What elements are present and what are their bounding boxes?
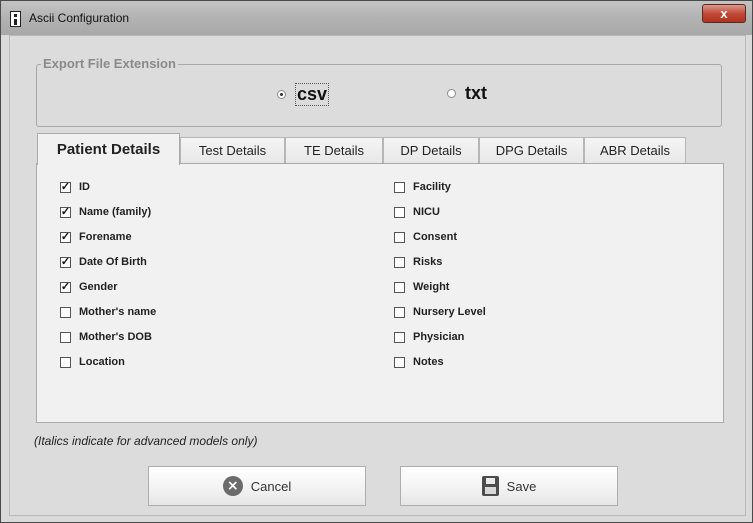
dialog-body: Export File Extension csv txt Patient De… [9,35,746,516]
tab-abr-details[interactable]: ABR Details [584,137,686,163]
checkbox-notes[interactable]: Notes [394,356,444,368]
checkbox-box: ✓ [60,180,71,193]
checkbox-box: ✓ [60,205,71,218]
checkbox-label: Mother's DOB [79,331,152,343]
checkbox-label: Gender [79,281,118,293]
advanced-models-note: (Italics indicate for advanced models on… [34,434,258,448]
checkbox-mothers-name[interactable]: Mother's name [60,306,156,318]
checkbox-physician[interactable]: Physician [394,331,464,343]
checkbox-box: ✓ [60,280,71,293]
checkbox-box [394,206,405,218]
radio-txt[interactable]: txt [447,83,487,104]
checkbox-label: Date Of Birth [79,256,147,268]
checkbox-label: NICU [413,206,440,218]
tab-patient-details[interactable]: Patient Details [37,133,180,165]
checkbox-label: Consent [413,231,457,243]
save-button[interactable]: Save [400,466,618,506]
radio-indicator [447,89,456,98]
checkbox-facility[interactable]: Facility [394,181,451,193]
checkbox-label: Physician [413,331,465,343]
checkbox-label: Risks [413,256,443,268]
checkbox-id[interactable]: ✓ ID [60,181,90,193]
group-legend: Export File Extension [41,56,178,71]
checkbox-mothers-dob[interactable]: Mother's DOB [60,331,152,343]
radio-label: csv [295,83,330,106]
checkbox-label: Notes [413,356,444,368]
radio-label: txt [465,83,487,103]
tab-dp-details[interactable]: DP Details [383,137,479,163]
checkbox-box [394,281,405,293]
tab-te-details[interactable]: TE Details [285,137,383,163]
checkbox-risks[interactable]: Risks [394,256,442,268]
floppy-disk-icon [481,476,499,496]
info-icon [10,11,21,27]
save-label: Save [506,478,537,494]
checkbox-box [394,356,405,368]
radio-csv[interactable]: csv [277,83,330,106]
checkbox-name-family[interactable]: ✓ Name (family) [60,206,151,218]
checkbox-box: ✓ [60,255,71,268]
checkbox-label: Nursery Level [413,306,486,318]
radio-indicator [277,90,286,99]
checkbox-box [394,306,405,318]
checkbox-label: Weight [413,281,450,293]
checkbox-box [394,256,405,268]
checkbox-label: Facility [413,181,451,193]
checkbox-label: ID [79,181,90,193]
tab-dpg-details[interactable]: DPG Details [479,137,584,163]
window-title: Ascii Configuration [29,11,130,25]
checkbox-date-of-birth[interactable]: ✓ Date Of Birth [60,256,147,268]
checkbox-gender[interactable]: ✓ Gender [60,281,118,293]
checkbox-label: Location [79,356,125,368]
checkbox-nicu[interactable]: NICU [394,206,440,218]
checkbox-box [60,356,71,368]
cancel-x-icon: × [222,476,243,496]
checkbox-box [394,331,405,343]
checkbox-box: ✓ [60,230,71,243]
patient-details-panel: ✓ ID ✓ Name (family) ✓ Forename ✓ Date Of Bi… [36,163,724,423]
checkbox-location[interactable]: Location [60,356,125,368]
cancel-button[interactable]: × Cancel [148,466,366,506]
checkbox-label: Forename [79,231,132,243]
title-bar: Ascii Configuration x [1,1,752,35]
checkbox-box [60,306,71,318]
checkbox-label: Name (family) [79,206,152,218]
ascii-configuration-dialog: Ascii Configuration x Export File Extens… [0,0,753,523]
cancel-label: Cancel [250,478,292,494]
checkbox-forename[interactable]: ✓ Forename [60,231,132,243]
tab-test-details[interactable]: Test Details [180,137,285,163]
export-file-extension-group: Export File Extension csv txt [36,56,722,127]
checkbox-consent[interactable]: Consent [394,231,457,243]
checkbox-label: Mother's name [79,306,157,318]
checkbox-box [394,231,405,243]
checkbox-box [60,331,71,343]
checkbox-box [394,181,405,193]
close-button[interactable]: x [702,4,746,23]
checkbox-nursery-level[interactable]: Nursery Level [394,306,486,318]
checkbox-weight[interactable]: Weight [394,281,449,293]
